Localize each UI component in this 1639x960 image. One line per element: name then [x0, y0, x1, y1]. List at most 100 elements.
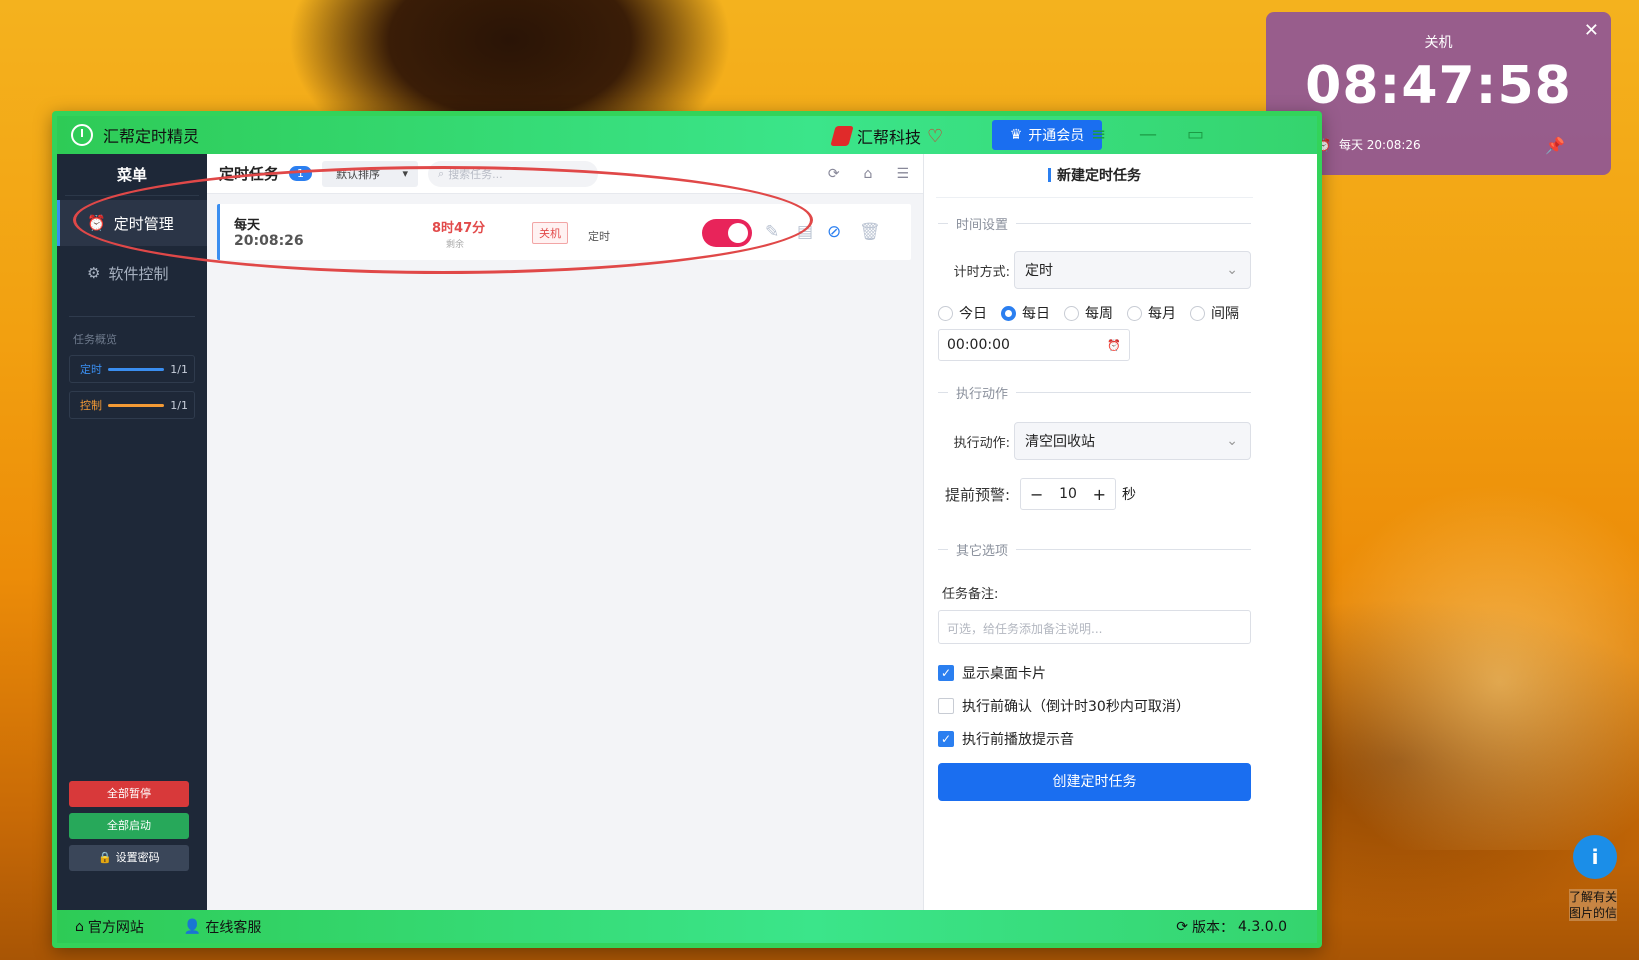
note-input[interactable]: 可选，给任务添加备注说明... — [938, 610, 1251, 644]
sidebar-divider — [69, 316, 195, 317]
user-icon: 👤 — [183, 918, 202, 935]
task-row[interactable]: 每天 20:08:26 8时47分 剩余 关机 定时 ✎ ▤ ⊘ 🗑 — [217, 204, 911, 260]
radio-label: 每月 — [1148, 306, 1176, 322]
radio-interval[interactable]: 间隔 — [1190, 303, 1239, 323]
info-line: 了解有关 — [1569, 890, 1618, 904]
field-label: 提前预警: — [944, 485, 1010, 504]
chevron-down-icon: ⌄ — [1226, 433, 1238, 449]
panel-title: 新建定时任务 — [936, 154, 1253, 198]
stat-label: 控制 — [80, 399, 102, 412]
sidebar-header: 菜单 — [65, 154, 199, 196]
note-label: 任务备注: — [942, 587, 999, 602]
section-label: 执行动作 — [956, 387, 1009, 402]
refresh-icon: ⟳ — [1176, 918, 1189, 935]
brand[interactable]: 汇帮科技 ♡ — [830, 124, 944, 148]
page-title: 定时任务 — [219, 165, 280, 183]
log-icon[interactable]: ☰ — [896, 166, 909, 182]
sidebar-item-timer-management[interactable]: ⏰ 定时管理 — [57, 200, 207, 246]
radio-dot — [1190, 305, 1205, 321]
action-select[interactable]: 清空回收站 ⌄ — [1014, 422, 1251, 460]
task-list-area: 定时任务 1 默认排序 ▾ ⌕ 搜索任务... ⟳ ⌂ ☰ 每天 20:08:2… — [207, 154, 923, 910]
stat-bar — [108, 367, 165, 371]
checkbox-label: 执行前确认（倒计时30秒内可取消） — [962, 698, 1190, 715]
desktop-wallpaper — [1290, 430, 1639, 850]
app-window: 汇帮定时精灵 汇帮科技 ♡ ♛ 开通会员 ≡ — ▭ 菜单 ⏰ 定时管理 ⚙ 软… — [52, 111, 1322, 948]
confirm-before-exec-checkbox[interactable]: 执行前确认（倒计时30秒内可取消） — [938, 689, 1251, 722]
link-label: 在线客服 — [205, 919, 262, 936]
desktop-info-widget[interactable]: i 了解有关 图片的信 — [1565, 835, 1639, 935]
vip-label: 开通会员 — [1028, 128, 1085, 144]
app-title: 汇帮定时精灵 — [103, 127, 200, 146]
card-subtitle: ⏰ 每天 20:08:26 — [1316, 136, 1421, 153]
radio-dot — [1064, 305, 1079, 321]
edit-icon[interactable]: ✎ — [765, 222, 779, 242]
time-picker-input[interactable]: 00:00:00 ⏰ — [938, 329, 1130, 361]
title-bar[interactable]: 汇帮定时精灵 汇帮科技 ♡ ♛ 开通会员 ≡ — ▭ — [57, 116, 1317, 154]
note-placeholder: 可选，给任务添加备注说明... — [947, 622, 1103, 636]
menu-icon[interactable]: ≡ — [1091, 124, 1106, 145]
sidebar-item-label: 定时管理 — [113, 214, 174, 233]
maximize-button[interactable]: ▭ — [1187, 124, 1204, 145]
task-remaining-label: 剩余 — [446, 240, 465, 250]
radio-dot — [1001, 305, 1016, 321]
radio-today[interactable]: 今日 — [938, 303, 987, 323]
version-info[interactable]: ⟳ 版本： 4.3.0.0 — [1176, 917, 1287, 937]
delete-icon[interactable]: 🗑 — [859, 222, 881, 242]
create-task-button[interactable]: 创建定时任务 — [938, 763, 1251, 801]
warning-field: 提前预警: − 10 + 秒 — [938, 478, 1251, 510]
stat-value: 1/1 — [170, 398, 188, 412]
plus-icon[interactable]: + — [1084, 485, 1115, 504]
task-enable-toggle[interactable] — [702, 219, 752, 247]
sidebar-item-label: 软件控制 — [108, 264, 169, 283]
card-clock: 08:47:58 — [1305, 56, 1572, 116]
info-widget-text: 了解有关 图片的信 — [1569, 889, 1618, 921]
list-toolbar: ⟳ ⌂ ☰ — [828, 166, 909, 182]
field-label: 执行动作: — [953, 435, 1010, 451]
vip-button[interactable]: ♛ 开通会员 — [992, 120, 1102, 150]
radio-daily[interactable]: 每日 — [1001, 303, 1050, 323]
show-desktop-card-checkbox[interactable]: ✓ 显示桌面卡片 — [938, 656, 1251, 689]
sort-label: 默认排序 — [336, 167, 381, 181]
stat-control: 控制 1/1 — [69, 391, 195, 419]
minus-icon[interactable]: − — [1021, 485, 1052, 504]
pause-all-button[interactable]: 全部暂停 — [69, 781, 189, 807]
set-password-button[interactable]: 🔒 设置密码 — [69, 845, 189, 871]
section-label: 时间设置 — [956, 218, 1009, 233]
radio-dot — [1127, 305, 1142, 321]
timing-mode-field: 计时方式: 定时 ⌄ — [938, 251, 1251, 289]
task-list-header: 定时任务 1 默认排序 ▾ ⌕ 搜索任务... ⟳ ⌂ ☰ — [207, 154, 923, 194]
stat-bar — [108, 403, 165, 407]
disable-icon[interactable]: ⊘ — [827, 222, 841, 242]
official-website-link[interactable]: ⌂ 官方网站 — [75, 917, 144, 937]
heart-icon: ♡ — [927, 125, 944, 147]
alarm-icon: ⏰ — [1107, 338, 1121, 352]
lock-icon: 🔒 — [98, 851, 113, 864]
play-sound-checkbox[interactable]: ✓ 执行前播放提示音 — [938, 722, 1251, 755]
pin-icon[interactable]: 📌 — [1545, 136, 1565, 155]
checkbox — [938, 697, 954, 714]
timing-mode-select[interactable]: 定时 ⌄ — [1014, 251, 1251, 289]
radio-weekly[interactable]: 每周 — [1064, 303, 1113, 323]
task-type: 定时 — [588, 230, 610, 243]
stat-timer: 定时 1/1 — [69, 355, 195, 383]
alarm-clock-icon: ⏰ — [87, 214, 106, 232]
sort-dropdown[interactable]: 默认排序 ▾ — [322, 160, 419, 187]
radio-monthly[interactable]: 每月 — [1127, 303, 1176, 323]
section-other: 其它选项 — [938, 540, 1251, 559]
online-support-link[interactable]: 👤 在线客服 — [184, 917, 261, 937]
checkbox: ✓ — [938, 664, 954, 681]
refresh-icon[interactable]: ⟳ — [828, 166, 840, 182]
task-count-badge: 1 — [289, 166, 313, 181]
import-icon[interactable]: ⌂ — [864, 166, 873, 182]
start-all-button[interactable]: 全部启动 — [69, 813, 189, 839]
stat-label: 定时 — [80, 363, 102, 376]
info-line: 图片的信 — [1569, 906, 1618, 920]
minimize-button[interactable]: — — [1139, 124, 1157, 145]
card-schedule: 每天 20:08:26 — [1338, 138, 1421, 152]
warning-unit: 秒 — [1122, 487, 1136, 503]
warning-stepper[interactable]: − 10 + — [1020, 478, 1116, 510]
search-input[interactable]: ⌕ 搜索任务... — [428, 160, 599, 187]
time-value: 00:00:00 — [947, 337, 1010, 353]
sidebar-item-software-control[interactable]: ⚙ 软件控制 — [57, 250, 207, 296]
copy-icon[interactable]: ▤ — [797, 222, 813, 242]
